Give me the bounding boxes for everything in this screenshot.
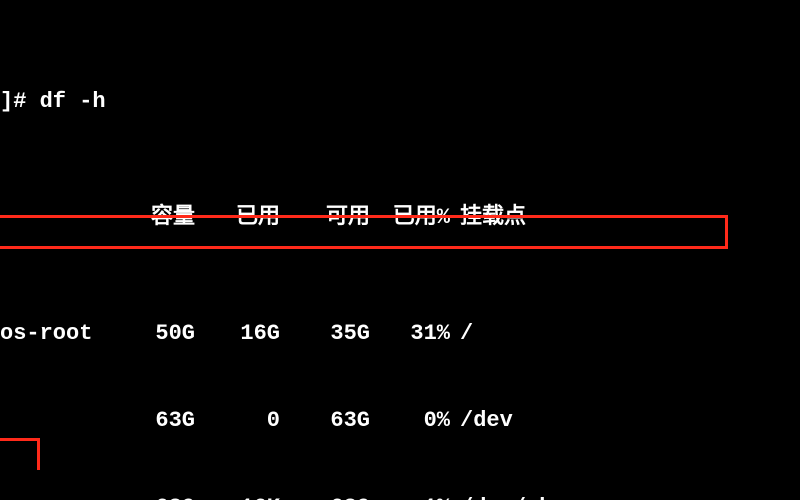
df-mount: /dev/shm (450, 493, 566, 500)
df-header-row: 容量已用可用已用%挂载点 (0, 203, 800, 232)
terminal-output: ]# df -h 容量已用可用已用%挂载点 os-root50G16G35G31… (0, 0, 800, 500)
df-size: 50G (105, 319, 195, 348)
df-fs: os-root (0, 319, 105, 348)
df-used: 16G (195, 319, 280, 348)
df-used: 0 (195, 406, 280, 435)
df-size: 63G (105, 493, 195, 500)
df-avail: 35G (280, 319, 370, 348)
df-header-usepct: 已用% (370, 203, 450, 232)
df-header-size: 容量 (0, 203, 195, 232)
df-pct: 31% (370, 319, 450, 348)
annotation-box-prompt (0, 438, 40, 470)
df-mount: / (450, 319, 473, 348)
df-mount: /dev (450, 406, 513, 435)
command-text: df -h (40, 89, 106, 114)
df-header-mount: 挂载点 (450, 203, 526, 232)
df-row: 63G16K63G1%/dev/shm (0, 493, 800, 500)
df-avail: 63G (280, 406, 370, 435)
command-line-df: ]# df -h (0, 87, 800, 116)
df-size: 63G (105, 406, 195, 435)
df-row: 63G063G0%/dev (0, 406, 800, 435)
df-pct: 1% (370, 493, 450, 500)
df-header-avail: 可用 (280, 203, 370, 232)
df-header-used: 已用 (195, 203, 280, 232)
df-pct: 0% (370, 406, 450, 435)
df-row: os-root50G16G35G31%/ (0, 319, 800, 348)
shell-prompt: ]# (0, 89, 26, 114)
df-used: 16K (195, 493, 280, 500)
df-avail: 63G (280, 493, 370, 500)
